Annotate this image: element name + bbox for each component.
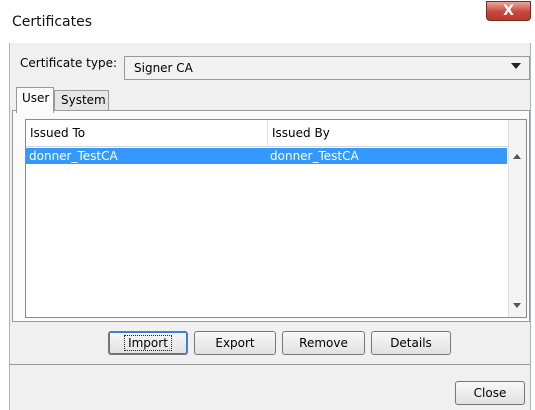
- scroll-down-icon[interactable]: [513, 303, 521, 308]
- remove-button[interactable]: Remove: [282, 331, 365, 355]
- vertical-scrollbar[interactable]: [508, 120, 526, 317]
- cell-issued-to: donner_TestCA: [29, 149, 118, 163]
- certificate-type-label: Certificate type:: [20, 56, 117, 70]
- window-title: Certificates: [12, 14, 93, 30]
- footer-divider: [10, 364, 530, 365]
- cell-issued-by: donner_TestCA: [270, 149, 359, 163]
- certificate-type-value: Signer CA: [134, 61, 193, 75]
- close-icon[interactable]: X: [486, 1, 531, 21]
- chevron-down-icon[interactable]: [511, 63, 521, 69]
- close-button[interactable]: Close: [455, 381, 525, 405]
- column-header-issued-by[interactable]: Issued By: [272, 126, 330, 140]
- tab-user-label: User: [22, 91, 50, 105]
- import-button-label: Import: [124, 335, 172, 351]
- tab-system-label: System: [61, 93, 106, 107]
- column-divider[interactable]: [267, 120, 268, 147]
- scroll-up-icon[interactable]: [513, 154, 521, 159]
- details-button[interactable]: Details: [371, 331, 451, 355]
- column-header-issued-to[interactable]: Issued To: [30, 126, 85, 140]
- import-button[interactable]: Import: [108, 331, 188, 355]
- export-button[interactable]: Export: [194, 331, 276, 355]
